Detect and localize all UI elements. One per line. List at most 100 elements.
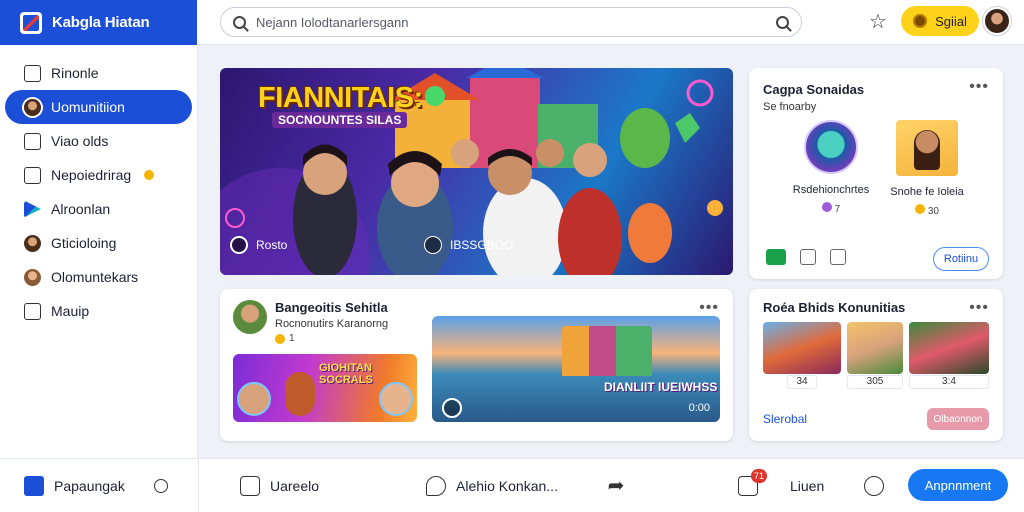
avatar-icon xyxy=(24,268,41,286)
bottom-item-label: Papaungak xyxy=(54,478,125,494)
see-all-link[interactable]: Slerobal xyxy=(763,412,807,426)
community-thumbnail[interactable] xyxy=(847,322,903,374)
face-image xyxy=(379,382,413,416)
profile-avatar[interactable] xyxy=(983,7,1011,35)
favorites-star-icon[interactable]: ☆ xyxy=(866,10,890,34)
rewind-icon[interactable] xyxy=(424,236,442,254)
bottom-messages-item[interactable]: Alehio Konkan... xyxy=(426,459,558,512)
reaction-icon xyxy=(915,204,926,214)
brand-icon xyxy=(24,476,44,496)
search-input[interactable] xyxy=(256,14,766,30)
notification-icon: 71 xyxy=(738,469,767,496)
pro-button[interactable]: Sgiial xyxy=(901,6,979,36)
post-image[interactable]: GIOHITAN SOCRALS xyxy=(233,354,417,422)
news-icon xyxy=(24,166,41,184)
member-count: 3:4 xyxy=(909,375,989,389)
search-bar[interactable] xyxy=(220,7,802,37)
sidebar-item-label: Olomuntekars xyxy=(51,269,139,285)
sidebar-item-label: Nepoiedrirag xyxy=(51,167,132,183)
search-submit-icon[interactable] xyxy=(776,15,789,29)
home-icon xyxy=(24,64,41,82)
play-icon[interactable] xyxy=(230,236,248,254)
emoji-icon xyxy=(275,333,285,344)
join-button[interactable]: Anpnnment xyxy=(908,469,1008,501)
sidebar-item-videos[interactable]: Viao olds xyxy=(5,124,192,158)
bottom-share-item[interactable]: ➦ xyxy=(606,459,626,512)
sidebar: Rinonle Uomunitiion Viao olds Nepoiedrir… xyxy=(0,45,198,458)
sidebar-item-communities[interactable]: Uomunitiion xyxy=(5,90,192,124)
bottom-explore-item[interactable] xyxy=(864,459,884,512)
sidebar-item-map[interactable]: Mauip xyxy=(5,294,192,328)
play-icon xyxy=(24,200,41,218)
post-author[interactable]: Bangeoitis Sehitla xyxy=(275,300,388,315)
reaction-icon xyxy=(821,202,832,212)
more-options-icon[interactable]: ••• xyxy=(969,78,989,96)
sidebar-item-label: Gticioloing xyxy=(51,235,117,251)
bottom-profile-item[interactable] xyxy=(154,459,168,512)
avatar-icon xyxy=(24,234,41,252)
hero-title: FIANNITAIS: xyxy=(258,82,423,114)
card-title: Roéa Bhids Konunitias xyxy=(763,300,906,315)
card-actions xyxy=(766,249,846,265)
bottom-notifications-item[interactable]: 71 xyxy=(738,459,767,512)
person-name: Snohe fe Ioleia xyxy=(890,186,964,198)
more-options-icon[interactable]: ••• xyxy=(969,299,989,317)
join-community-button[interactable]: Olbaonnon xyxy=(927,408,989,430)
person-image xyxy=(285,372,315,416)
brand-name: Kabgla Hiatan xyxy=(52,14,150,31)
play-icon[interactable] xyxy=(442,398,462,418)
bottom-item-label: Uareelo xyxy=(270,478,320,494)
chat-icon[interactable] xyxy=(766,249,786,265)
post-video[interactable]: DIANLIIT IUEIWHSS 0:00 xyxy=(432,316,720,422)
divider xyxy=(198,459,199,512)
brand-header[interactable]: Kabgla Hiatan xyxy=(0,0,197,45)
recommended-communities-card: Roéa Bhids Konunitias ••• 34 305 3:4 Sle… xyxy=(749,289,1003,441)
edit-icon xyxy=(240,476,260,496)
suggested-person[interactable]: Rsdehionchrtes 7 xyxy=(785,120,877,215)
suggested-person[interactable]: Snohe fe Ioleia 30 xyxy=(881,120,973,217)
sidebar-item-play[interactable]: Alroonlan xyxy=(5,192,192,226)
notification-dot xyxy=(144,170,155,180)
coin-icon xyxy=(913,14,928,28)
member-count: 34 xyxy=(787,375,817,389)
building-image xyxy=(562,326,652,376)
hero-controls: IBSSGBOO xyxy=(424,236,513,254)
user-icon xyxy=(154,479,168,493)
brand-logo-icon xyxy=(20,11,42,34)
hero-video[interactable]: FIANNITAIS: SOCNOUNTES SILAS Rosto IBSSG… xyxy=(220,68,733,275)
avatar[interactable] xyxy=(233,300,267,334)
bottom-bar: Papaungak Uareelo Alehio Konkan... ➦ 71 … xyxy=(0,458,1024,512)
bookmark-icon[interactable] xyxy=(800,249,816,265)
sidebar-item-label: Uomunitiion xyxy=(51,99,125,115)
community-thumbnail[interactable] xyxy=(763,322,841,374)
sidebar-item-news[interactable]: Nepoiedrirag xyxy=(5,158,192,192)
sidebar-item-label: Alroonlan xyxy=(51,201,111,217)
person-meta: 7 xyxy=(785,202,877,215)
bottom-updates-item[interactable]: Uareelo xyxy=(240,459,319,512)
post-card: Bangeoitis Sehitla Rocnonutirs Karanorng… xyxy=(220,289,733,441)
person-meta: 30 xyxy=(881,204,973,217)
video-icon xyxy=(24,132,41,150)
notification-badge: 71 xyxy=(751,469,767,483)
share-icon: ➦ xyxy=(607,475,625,497)
sidebar-item-home[interactable]: Rinonle xyxy=(5,56,192,90)
sidebar-item-profile-a[interactable]: Gticioloing xyxy=(5,226,192,260)
sidebar-item-label: Viao olds xyxy=(51,133,109,149)
edit-icon[interactable] xyxy=(830,249,846,265)
follow-button[interactable]: Rotiinu xyxy=(933,247,989,271)
bottom-liuen-item[interactable]: Liuen xyxy=(790,459,824,512)
sidebar-item-profile-b[interactable]: Olomuntekars xyxy=(5,260,192,294)
post-reactions[interactable]: 1 xyxy=(275,333,295,344)
more-options-icon[interactable]: ••• xyxy=(699,299,719,317)
chat-bubble-icon xyxy=(426,476,446,496)
top-bar: ☆ Sgiial xyxy=(197,0,1024,45)
hero-subtitle: SOCNOUNTES SILAS xyxy=(272,112,408,128)
hero-timestamp: IBSSGBOO xyxy=(450,238,514,252)
bottom-item-label: Liuen xyxy=(790,478,825,494)
community-thumbnail[interactable] xyxy=(909,322,989,374)
card-subtitle: Se fnoarby xyxy=(763,101,817,113)
sidebar-item-label: Rinonle xyxy=(51,65,99,81)
post-subtitle: Rocnonutirs Karanorng xyxy=(275,318,389,330)
bottom-brand-item[interactable]: Papaungak xyxy=(24,459,125,512)
compass-icon xyxy=(864,476,884,496)
